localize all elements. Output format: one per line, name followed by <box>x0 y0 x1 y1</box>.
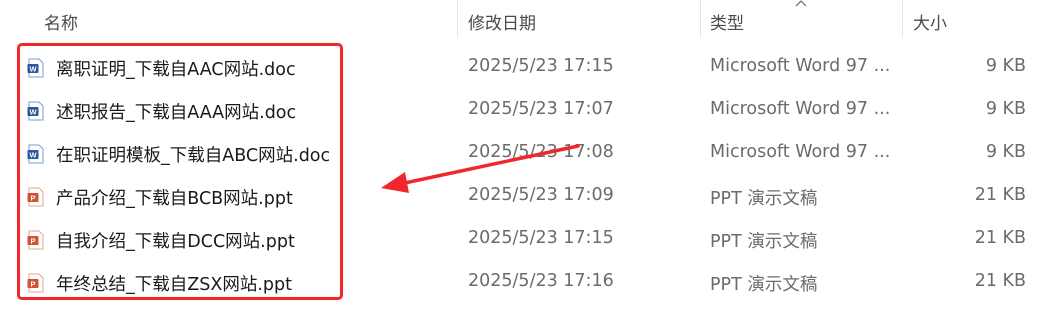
file-date: 2025/5/23 17:07 <box>468 99 614 119</box>
column-header-bar: 名称 修改日期 类型 大小 <box>0 0 1039 38</box>
annotation-highlight-box <box>17 43 343 300</box>
file-date: 2025/5/23 17:16 <box>468 271 614 291</box>
column-divider[interactable] <box>457 0 458 38</box>
file-size: 9 KB <box>985 142 1026 162</box>
file-size: 21 KB <box>974 228 1026 248</box>
file-date: 2025/5/23 17:09 <box>468 185 614 205</box>
file-type: PPT 演示文稿 <box>710 275 818 295</box>
column-header-name[interactable]: 名称 <box>44 9 78 34</box>
file-type: Microsoft Word 97 ... <box>710 142 891 162</box>
file-date: 2025/5/23 17:15 <box>468 56 614 76</box>
file-type: Microsoft Word 97 ... <box>710 99 891 119</box>
file-size: 21 KB <box>974 271 1026 291</box>
column-header-size[interactable]: 大小 <box>913 9 947 34</box>
file-size: 9 KB <box>985 56 1026 76</box>
file-type: PPT 演示文稿 <box>710 232 818 252</box>
sort-ascending-icon[interactable] <box>793 0 809 8</box>
file-type: Microsoft Word 97 ... <box>710 56 891 76</box>
file-date: 2025/5/23 17:08 <box>468 142 614 162</box>
column-divider[interactable] <box>902 0 903 38</box>
file-date: 2025/5/23 17:15 <box>468 228 614 248</box>
column-divider[interactable] <box>700 0 701 38</box>
column-header-type[interactable]: 类型 <box>710 9 744 34</box>
column-header-date[interactable]: 修改日期 <box>468 9 536 34</box>
file-type: PPT 演示文稿 <box>710 189 818 209</box>
file-size: 9 KB <box>985 99 1026 119</box>
file-size: 21 KB <box>974 185 1026 205</box>
